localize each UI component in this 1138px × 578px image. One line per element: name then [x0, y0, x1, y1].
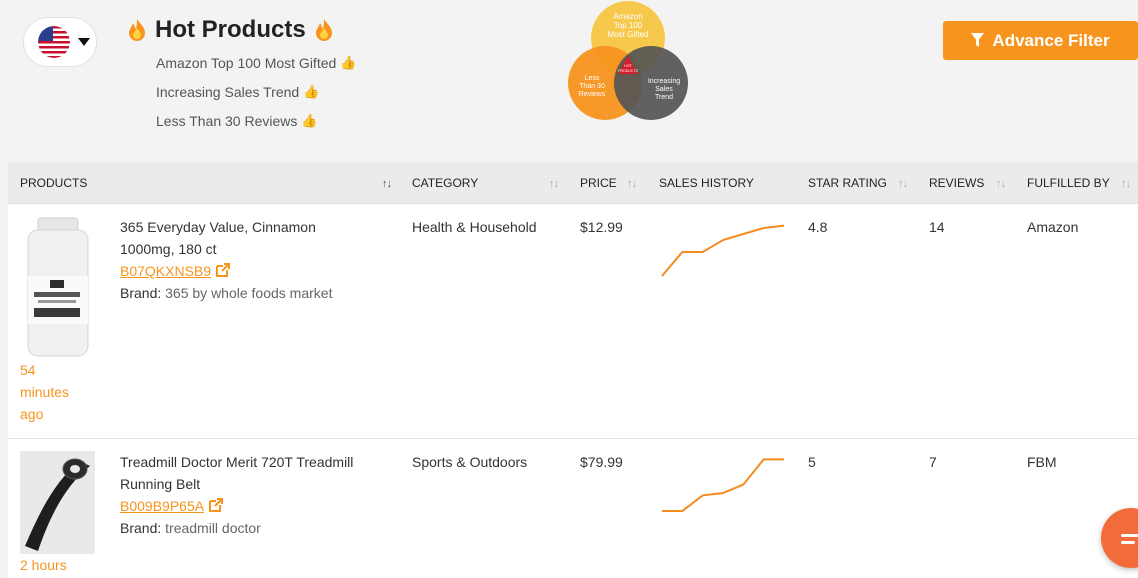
advance-filter-button[interactable]: Advance Filter	[943, 21, 1138, 60]
column-header-category[interactable]: CATEGORY	[412, 162, 478, 204]
venn-left-line: Than 30	[579, 83, 605, 90]
chevron-down-icon	[78, 38, 90, 46]
venn-left-line: Less	[585, 75, 600, 82]
star-rating-cell: 4.8	[808, 219, 828, 235]
sort-icon[interactable]: ↑↓	[627, 162, 637, 204]
thumbs-up-icon: 👍	[340, 55, 357, 70]
products-table: PRODUCTS ↑↓ CATEGORY ↑↓ PRICE ↑↓ SALES H…	[8, 162, 1138, 578]
product-brand: Brand: 365 by whole foods market	[120, 285, 333, 301]
criteria-item: Less Than 30 Reviews 👍	[156, 113, 318, 129]
fulfilled-by-cell: Amazon	[1027, 219, 1079, 235]
asin-link[interactable]: B07QKXNSB9	[120, 263, 211, 279]
flame-icon	[315, 19, 332, 41]
venn-left-line: Reviews	[579, 91, 606, 98]
criteria-item: Increasing Sales Trend 👍	[156, 84, 320, 100]
category-cell: Sports & Outdoors	[412, 454, 528, 470]
column-header-reviews[interactable]: REVIEWS	[929, 162, 984, 204]
venn-right-line: Sales	[655, 86, 673, 93]
flame-icon	[129, 19, 145, 41]
time-ago: 2 hours	[20, 557, 67, 573]
table-header: PRODUCTS ↑↓ CATEGORY ↑↓ PRICE ↑↓ SALES H…	[8, 162, 1138, 204]
external-link-icon[interactable]	[208, 497, 224, 513]
venn-center-line: PRODUCTS	[618, 69, 638, 73]
column-header-fulfilled-by[interactable]: FULFILLED BY	[1027, 162, 1110, 204]
star-rating-cell: 5	[808, 454, 816, 470]
thumbs-up-icon: 👍	[303, 84, 320, 99]
column-header-products[interactable]: PRODUCTS	[20, 162, 87, 204]
venn-right-line: Increasing	[648, 78, 680, 85]
sort-icon[interactable]: ↑↓	[1121, 162, 1131, 204]
product-image[interactable]	[20, 216, 95, 361]
product-title[interactable]: Treadmill Doctor Merit 720T Treadmill Run…	[120, 451, 400, 495]
sort-icon[interactable]: ↑↓	[898, 162, 908, 204]
time-ago: 54 minutes ago	[20, 362, 70, 422]
page-title: Hot Products	[127, 16, 334, 44]
sales-history-chart	[661, 224, 785, 277]
product-title[interactable]: 365 Everyday Value, Cinnamon 1000mg, 180 …	[120, 216, 400, 260]
sort-icon[interactable]: ↑↓	[549, 162, 559, 204]
criteria-list: Amazon Top 100 Most Gifted 👍 Increasing S…	[156, 54, 356, 141]
venn-center-line: HOT	[624, 64, 632, 68]
product-brand: Brand: treadmill doctor	[120, 520, 261, 536]
price-cell: $12.99	[580, 219, 623, 235]
venn-right-line: Trend	[655, 94, 673, 101]
column-header-price[interactable]: PRICE	[580, 162, 617, 204]
page-header: Hot Products Amazon Top 100 Most Gifted 👍…	[0, 0, 1138, 160]
product-info: Treadmill Doctor Merit 720T Treadmill Run…	[120, 451, 400, 539]
venn-top-line: Top 100	[614, 21, 643, 30]
filter-icon	[971, 33, 985, 47]
venn-top-line: Amazon	[613, 12, 642, 21]
sales-history-line	[661, 224, 785, 277]
sort-icon[interactable]: ↑↓	[996, 162, 1006, 204]
reviews-cell: 7	[929, 454, 937, 470]
product-info: 365 Everyday Value, Cinnamon 1000mg, 180 …	[120, 216, 400, 304]
external-link-icon[interactable]	[215, 262, 231, 278]
us-flag-icon	[38, 26, 70, 58]
criteria-item: Amazon Top 100 Most Gifted 👍	[156, 55, 357, 71]
table-row: 2 hours Treadmill Doctor Merit 720T Trea…	[8, 439, 1138, 578]
hot-products-venn-diagram: Amazon Top 100 Most Gifted Less Than 30 …	[568, 1, 688, 120]
chat-icon	[1121, 534, 1138, 537]
reviews-cell: 14	[929, 219, 945, 235]
title-text: Hot Products	[155, 16, 306, 43]
table-row: 54 minutes ago 365 Everyday Value, Cinna…	[8, 204, 1138, 439]
sales-history-chart	[662, 458, 784, 512]
sales-history-line	[662, 458, 784, 512]
category-cell: Health & Household	[412, 219, 537, 235]
column-header-sales-history: SALES HISTORY	[659, 176, 754, 190]
product-image[interactable]	[20, 451, 95, 554]
asin-link[interactable]: B009B9P65A	[120, 498, 204, 514]
price-cell: $79.99	[580, 454, 623, 470]
fulfilled-by-cell: FBM	[1027, 454, 1057, 470]
thumbs-up-icon: 👍	[301, 113, 318, 128]
column-header-star-rating[interactable]: STAR RATING	[808, 162, 887, 204]
venn-top-line: Most Gifted	[608, 30, 649, 39]
sort-icon[interactable]: ↑↓	[382, 162, 392, 204]
country-selector[interactable]	[23, 17, 97, 67]
